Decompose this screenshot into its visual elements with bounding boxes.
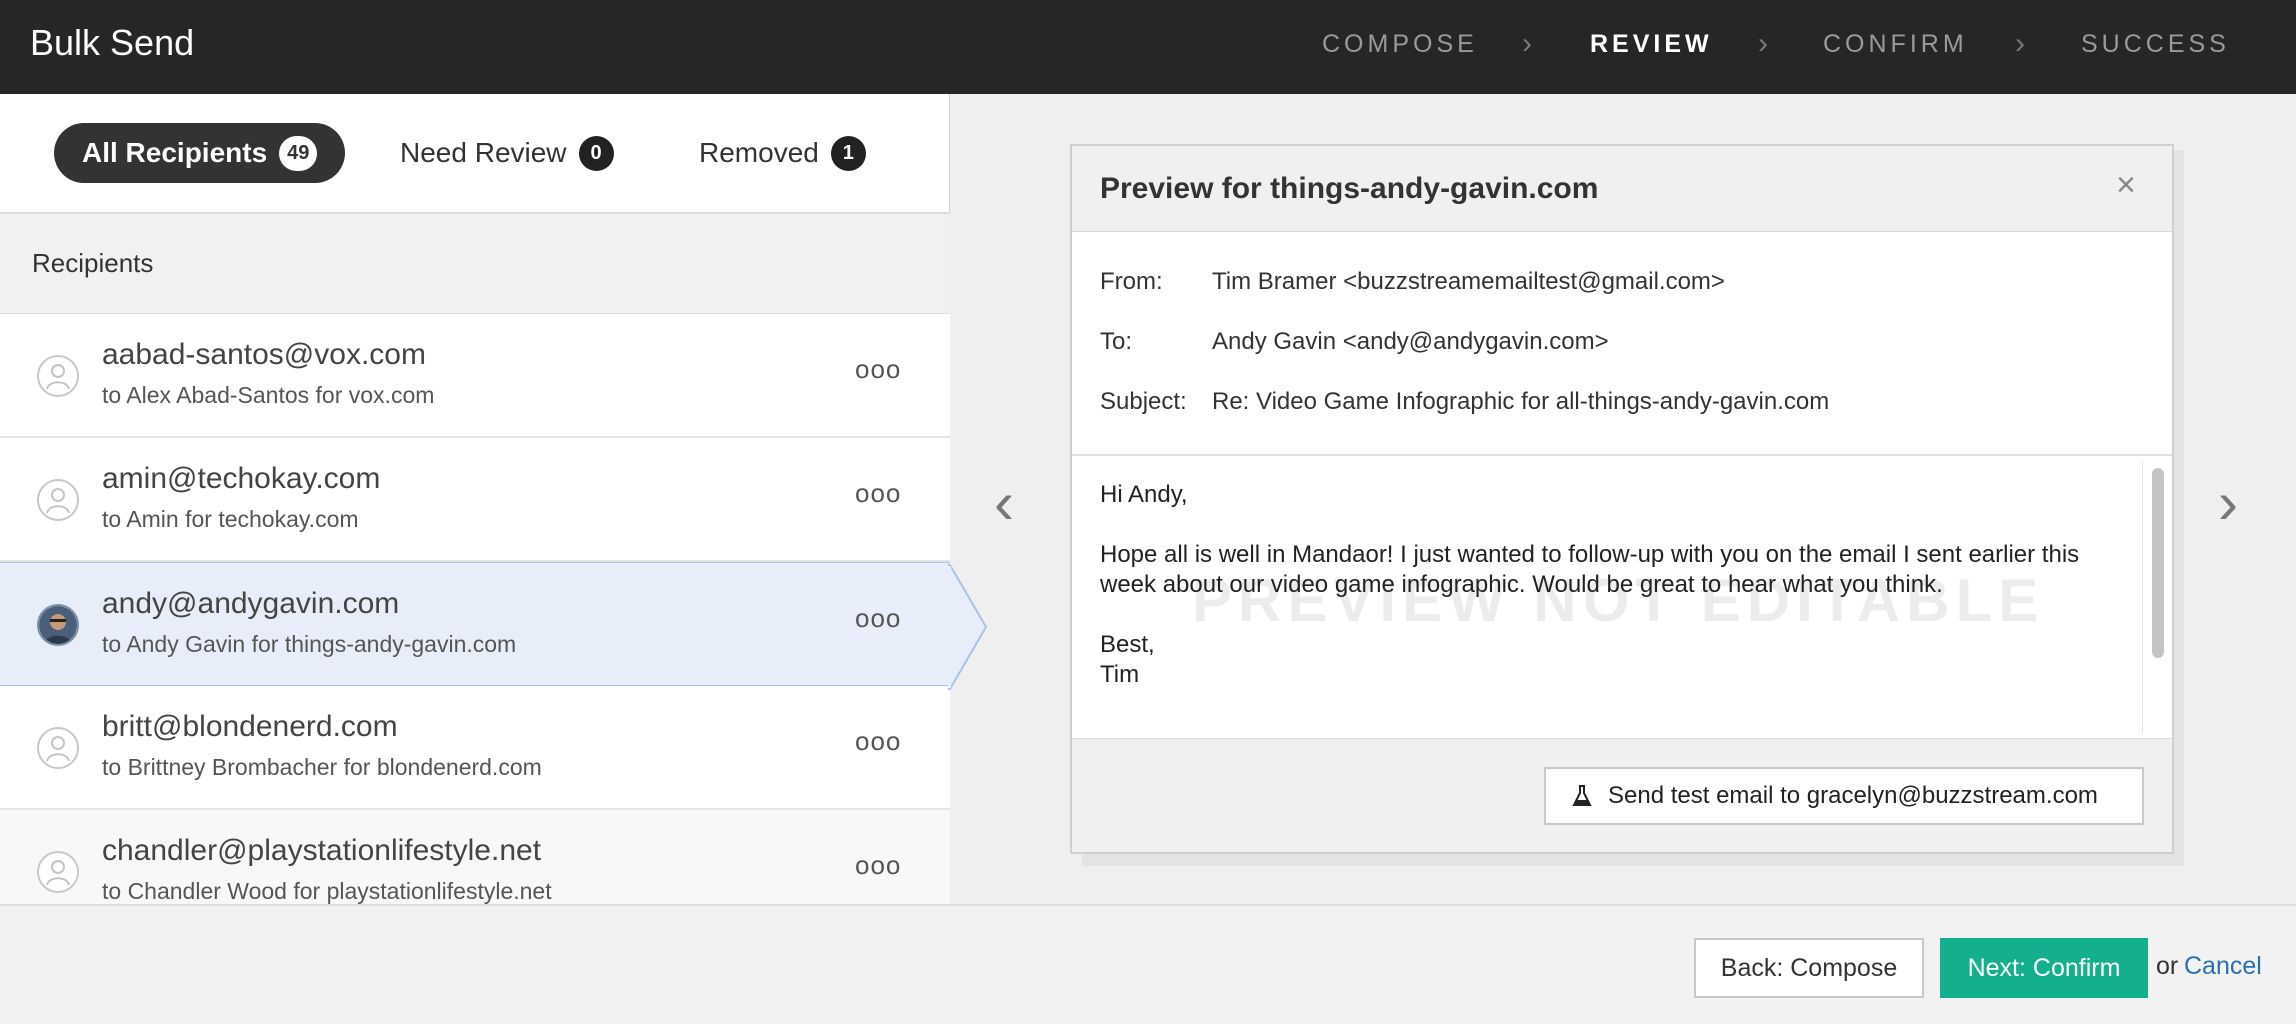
recipient-row[interactable]: britt@blondenerd.com to Brittney Brombac… — [0, 686, 950, 810]
to-value: Andy Gavin <andy@andygavin.com> — [1212, 328, 1609, 355]
recipient-email: andy@andygavin.com — [102, 587, 400, 620]
step-confirm[interactable]: CONFIRM — [1823, 30, 1968, 59]
chevron-right-icon: › — [1522, 27, 1532, 60]
step-success[interactable]: SUCCESS — [2081, 30, 2230, 59]
recipient-detail: to Chandler Wood for playstationlifestyl… — [102, 878, 552, 904]
body-greeting: Hi Andy, — [1100, 481, 1188, 508]
step-review[interactable]: REVIEW — [1590, 30, 1713, 59]
recipient-row-selected[interactable]: andy@andygavin.com to Andy Gavin for thi… — [0, 562, 950, 686]
recipient-detail: to Alex Abad-Santos for vox.com — [102, 382, 435, 408]
recipient-email: aabad-santos@vox.com — [102, 338, 426, 371]
more-icon[interactable]: ooo — [855, 850, 901, 881]
email-meta: From: Tim Bramer <buzzstreamemailtest@gm… — [1072, 232, 2172, 456]
body-closing: Best, — [1100, 631, 1155, 658]
send-test-email-label: Send test email to gracelyn@buzzstream.c… — [1608, 782, 2098, 809]
subject-value: Re: Video Game Infographic for all-thing… — [1212, 388, 1830, 415]
more-icon[interactable]: ooo — [855, 354, 901, 385]
back-compose-button[interactable]: Back: Compose — [1694, 938, 1924, 998]
recipient-detail: to Andy Gavin for things-andy-gavin.com — [102, 631, 517, 657]
step-compose[interactable]: COMPOSE — [1322, 30, 1478, 59]
tab-label: All Recipients — [82, 137, 268, 168]
person-icon — [37, 851, 79, 893]
to-label: To: — [1100, 328, 1133, 355]
tab-label: Need Review — [400, 137, 567, 168]
tab-need-review[interactable]: Need Review 0 — [372, 123, 642, 183]
avatar — [37, 604, 79, 646]
send-test-email-button[interactable]: Send test email to gracelyn@buzzstream.c… — [1544, 767, 2144, 825]
chevron-right-icon: › — [1758, 27, 1768, 60]
email-body-text: Hi Andy, Hope all is well in Mandaor! I … — [1100, 480, 2100, 690]
or-text: or — [2156, 952, 2179, 980]
body-paragraph: Hope all is well in Mandaor! I just want… — [1100, 541, 2080, 598]
top-bar: Bulk Send COMPOSE › REVIEW › CONFIRM › S… — [0, 0, 2296, 94]
tab-removed[interactable]: Removed 1 — [671, 123, 894, 183]
recipients-heading: Recipients — [32, 248, 154, 278]
cancel-link[interactable]: Cancel — [2184, 952, 2262, 981]
recipient-row[interactable]: amin@techokay.com to Amin for techokay.c… — [0, 438, 950, 562]
bottom-bar: Back: Compose Next: Confirm or Cancel — [0, 904, 2296, 1024]
preview-footer: Send test email to gracelyn@buzzstream.c… — [1072, 738, 2172, 852]
next-confirm-button[interactable]: Next: Confirm — [1940, 938, 2148, 998]
recipient-email: britt@blondenerd.com — [102, 710, 398, 743]
count-badge: 1 — [830, 135, 866, 171]
recipient-tabs: All Recipients 49 Need Review 0 Removed … — [0, 94, 950, 214]
selection-pointer — [948, 564, 988, 690]
step-indicator: COMPOSE › REVIEW › CONFIRM › SUCCESS — [0, 27, 2296, 70]
from-value: Tim Bramer <buzzstreamemailtest@gmail.co… — [1212, 268, 1725, 295]
recipients-panel: All Recipients 49 Need Review 0 Removed … — [0, 94, 950, 904]
more-icon[interactable]: ooo — [855, 478, 901, 509]
recipient-detail: to Brittney Brombacher for blondenerd.co… — [102, 754, 542, 780]
recipient-row[interactable]: aabad-santos@vox.com to Alex Abad-Santos… — [0, 314, 950, 438]
recipient-email: amin@techokay.com — [102, 462, 381, 495]
chevron-right-icon: › — [2015, 27, 2025, 60]
recipient-list: aabad-santos@vox.com to Alex Abad-Santos… — [0, 314, 950, 904]
more-icon[interactable]: ooo — [855, 603, 901, 634]
email-preview: Preview for things-andy-gavin.com × From… — [1070, 144, 2174, 854]
person-icon — [37, 355, 79, 397]
preview-title: Preview for things-andy-gavin.com — [1100, 172, 1599, 205]
recipient-detail: to Amin for techokay.com — [102, 506, 359, 532]
recipients-header: Recipients — [0, 214, 950, 314]
close-icon[interactable]: × — [2116, 166, 2136, 205]
chevron-right-icon[interactable]: › — [2218, 468, 2238, 537]
person-icon — [37, 727, 79, 769]
more-icon[interactable]: ooo — [855, 726, 901, 757]
flask-icon — [1572, 785, 1592, 806]
person-icon — [37, 479, 79, 521]
preview-header: Preview for things-andy-gavin.com × — [1072, 146, 2172, 232]
from-label: From: — [1100, 268, 1163, 295]
scrollbar-thumb[interactable] — [2152, 468, 2164, 658]
tab-all-recipients[interactable]: All Recipients 49 — [54, 123, 346, 183]
body-signature: Tim — [1100, 661, 1140, 688]
chevron-left-icon[interactable]: ‹ — [994, 468, 1014, 537]
count-badge: 49 — [279, 135, 318, 171]
recipient-row[interactable]: chandler@playstationlifestyle.net to Cha… — [0, 810, 950, 904]
subject-label: Subject: — [1100, 388, 1187, 415]
tab-label: Removed — [699, 137, 819, 168]
email-body: PREVIEW NOT EDITABLE Hi Andy, Hope all i… — [1072, 456, 2172, 738]
recipient-email: chandler@playstationlifestyle.net — [102, 834, 542, 867]
count-badge: 0 — [578, 135, 614, 171]
